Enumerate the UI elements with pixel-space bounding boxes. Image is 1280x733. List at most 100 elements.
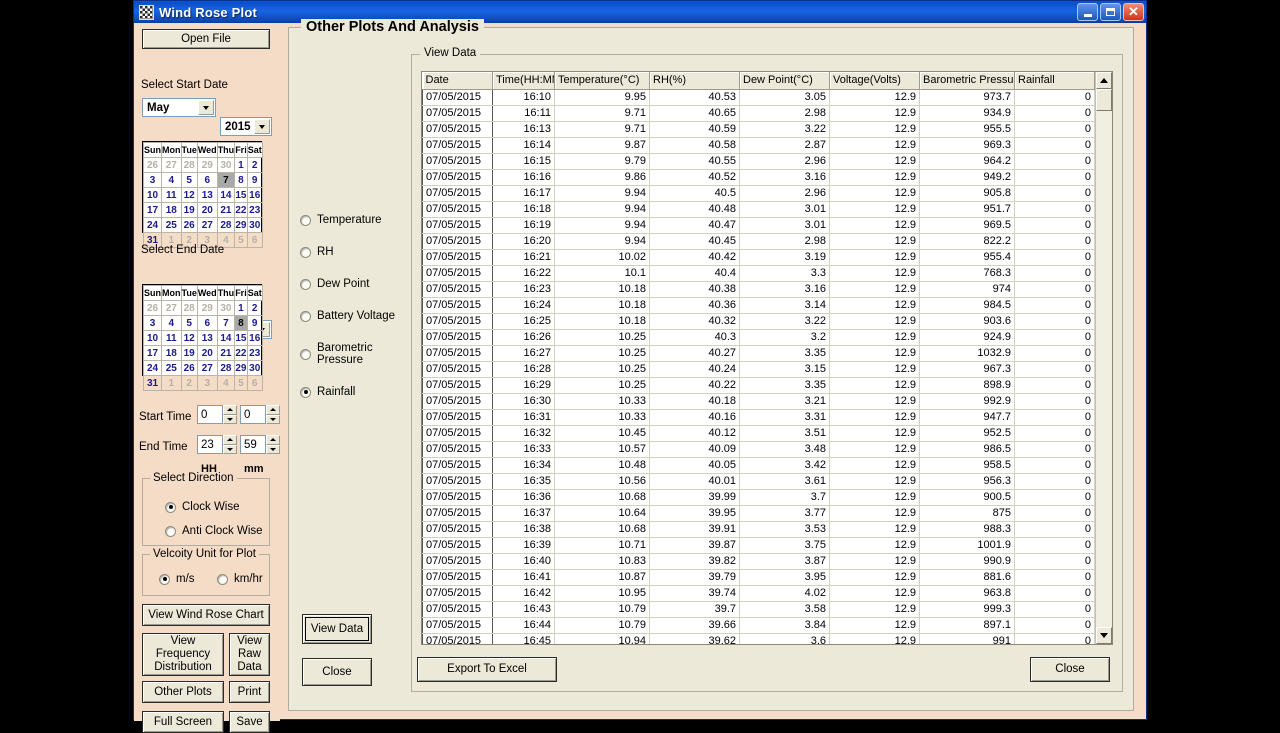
calendar-day[interactable]: 23 [246, 345, 263, 361]
start-date-calendar[interactable]: Sun Mon Tue Wed Thu Fri Sat 26 27 28 29 30 1 2 3 4 5 6 7 8… [142, 141, 263, 248]
chevron-down-icon[interactable] [254, 119, 270, 134]
calendar-day[interactable]: 18 [161, 345, 182, 361]
radio-ms[interactable]: m/s [159, 573, 195, 585]
table-row[interactable]: 07/05/2015 16:25 10.18 40.32 3.22 12.9 903.6 0 [422, 313, 1095, 330]
spin-down-icon[interactable] [223, 444, 237, 454]
table-row[interactable]: 07/05/2015 16:39 10.71 39.87 3.75 12.9 1001.9 0 [422, 537, 1095, 554]
calendar-day[interactable]: 6 [196, 315, 218, 331]
radio-rainfall[interactable]: Rainfall [293, 386, 408, 398]
table-row[interactable]: 07/05/2015 16:38 10.68 39.91 3.53 12.9 988.3 0 [422, 521, 1095, 538]
calendar-day[interactable]: 23 [246, 202, 263, 218]
radio-clock-wise[interactable]: Clock Wise [165, 501, 240, 513]
column-header[interactable]: Dew Point(°C) [739, 72, 830, 90]
start-hours-spin-buttons[interactable] [223, 405, 237, 424]
scrollbar-track[interactable] [1096, 111, 1112, 627]
calendar-day[interactable]: 21 [216, 202, 236, 218]
calendar-day[interactable]: 2 [246, 157, 263, 173]
scroll-up-icon[interactable] [1096, 72, 1112, 89]
table-row[interactable]: 07/05/2015 16:18 9.94 40.48 3.01 12.9 951.7 0 [422, 201, 1095, 218]
spin-up-icon[interactable] [223, 405, 237, 415]
calendar-day[interactable]: 29 [196, 300, 218, 316]
column-header[interactable]: RH(%) [649, 72, 740, 90]
calendar-day[interactable]: 22 [234, 345, 248, 361]
chevron-down-icon[interactable] [198, 100, 214, 115]
open-file-button[interactable]: Open File [142, 29, 270, 49]
calendar-day[interactable]: 13 [196, 187, 218, 203]
save-button[interactable]: Save [229, 711, 270, 733]
calendar-day[interactable]: 1 [161, 375, 182, 391]
calendar-day[interactable]: 1 [234, 300, 248, 316]
spin-up-icon[interactable] [266, 405, 280, 415]
calendar-day[interactable]: 30 [216, 157, 236, 173]
table-row[interactable]: 07/05/2015 16:24 10.18 40.36 3.14 12.9 984.5 0 [422, 297, 1095, 314]
calendar-day[interactable]: 3 [143, 315, 162, 331]
table-row[interactable]: 07/05/2015 16:14 9.87 40.58 2.87 12.9 969.3 0 [422, 137, 1095, 154]
radio-kmhr[interactable]: km/hr [217, 573, 263, 585]
calendar-day[interactable]: 15 [234, 330, 248, 346]
calendar-day[interactable]: 10 [143, 187, 162, 203]
calendar-day[interactable]: 2 [180, 375, 198, 391]
view-data-button[interactable]: View Data [302, 614, 372, 644]
scrollbar-thumb[interactable] [1096, 89, 1112, 111]
calendar-day[interactable]: 7 [216, 315, 236, 331]
calendar-day[interactable]: 10 [143, 330, 162, 346]
calendar-day[interactable]: 11 [161, 187, 182, 203]
close-button[interactable]: Close [302, 658, 372, 686]
calendar-day[interactable]: 26 [180, 360, 198, 376]
table-row[interactable]: 07/05/2015 16:23 10.18 40.38 3.16 12.9 974 0 [422, 281, 1095, 298]
calendar-day[interactable]: 27 [196, 360, 218, 376]
calendar-day[interactable]: 13 [196, 330, 218, 346]
table-row[interactable]: 07/05/2015 16:43 10.79 39.7 3.58 12.9 999.3 0 [422, 601, 1095, 618]
table-row[interactable]: 07/05/2015 16:32 10.45 40.12 3.51 12.9 952.5 0 [422, 425, 1095, 442]
table-row[interactable]: 07/05/2015 16:29 10.25 40.22 3.35 12.9 898.9 0 [422, 377, 1095, 394]
table-header-row[interactable]: DateTime(HH:MM)Temperature(°C)RH(%)Dew P… [422, 72, 1095, 90]
calendar-day[interactable]: 26 [143, 300, 162, 316]
calendar-day[interactable]: 18 [161, 202, 182, 218]
calendar-day[interactable]: 17 [143, 202, 162, 218]
calendar-day[interactable]: 29 [234, 360, 248, 376]
table-row[interactable]: 07/05/2015 16:31 10.33 40.16 3.31 12.9 947.7 0 [422, 409, 1095, 426]
table-row[interactable]: 07/05/2015 16:44 10.79 39.66 3.84 12.9 897.1 0 [422, 617, 1095, 634]
table-row[interactable]: 07/05/2015 16:40 10.83 39.82 3.87 12.9 990.9 0 [422, 553, 1095, 570]
spin-down-icon[interactable] [266, 414, 280, 424]
calendar-day[interactable]: 12 [180, 187, 198, 203]
calendar-day[interactable]: 24 [143, 217, 162, 233]
calendar-day[interactable]: 6 [246, 375, 263, 391]
calendar-day[interactable]: 3 [196, 375, 218, 391]
calendar-day[interactable]: 28 [180, 157, 198, 173]
table-row[interactable]: 07/05/2015 16:45 10.94 39.62 3.6 12.9 991 0 [422, 633, 1095, 644]
spin-down-icon[interactable] [223, 414, 237, 424]
start-time-minutes-stepper[interactable]: 0 [240, 405, 280, 424]
calendar-day[interactable]: 14 [216, 330, 236, 346]
end-date-calendar[interactable]: Sun Mon Tue Wed Thu Fri Sat 26 27 28 29 30 1 2 3 4 5 6 7 8… [142, 284, 263, 391]
column-header[interactable]: Barometric Pressur [919, 72, 1015, 90]
table-row[interactable]: 07/05/2015 16:26 10.25 40.3 3.2 12.9 924.9 0 [422, 329, 1095, 346]
calendar-day[interactable]: 19 [180, 345, 198, 361]
calendar-day[interactable]: 28 [180, 300, 198, 316]
calendar-day[interactable]: 16 [246, 330, 263, 346]
calendar-day[interactable]: 30 [246, 217, 263, 233]
spin-up-icon[interactable] [266, 435, 280, 445]
calendar-day[interactable]: 29 [196, 157, 218, 173]
grid-close-button[interactable]: Close [1030, 657, 1110, 682]
calendar-day[interactable]: 5 [234, 375, 248, 391]
calendar-day[interactable]: 6 [246, 232, 263, 248]
start-minutes-value[interactable]: 0 [240, 405, 266, 424]
calendar-day[interactable]: 11 [161, 330, 182, 346]
radio-rh[interactable]: RH [293, 246, 408, 258]
table-row[interactable]: 07/05/2015 16:34 10.48 40.05 3.42 12.9 958.5 0 [422, 457, 1095, 474]
start-minutes-spin-buttons[interactable] [266, 405, 280, 424]
table-row[interactable]: 07/05/2015 16:36 10.68 39.99 3.7 12.9 900.5 0 [422, 489, 1095, 506]
other-plots-button[interactable]: Other Plots [142, 681, 224, 703]
end-hours-spin-buttons[interactable] [223, 435, 237, 454]
spin-down-icon[interactable] [266, 444, 280, 454]
minimize-icon[interactable] [1077, 3, 1098, 21]
start-time-hours-stepper[interactable]: 0 [197, 405, 237, 424]
table-row[interactable]: 07/05/2015 16:28 10.25 40.24 3.15 12.9 967.3 0 [422, 361, 1095, 378]
calendar-day[interactable]: 8 [234, 172, 248, 188]
calendar-day[interactable]: 17 [143, 345, 162, 361]
column-header[interactable]: Date [422, 72, 493, 90]
calendar-day[interactable]: 29 [234, 217, 248, 233]
full-screen-button[interactable]: Full Screen [142, 711, 224, 733]
calendar-day[interactable]: 26 [143, 157, 162, 173]
